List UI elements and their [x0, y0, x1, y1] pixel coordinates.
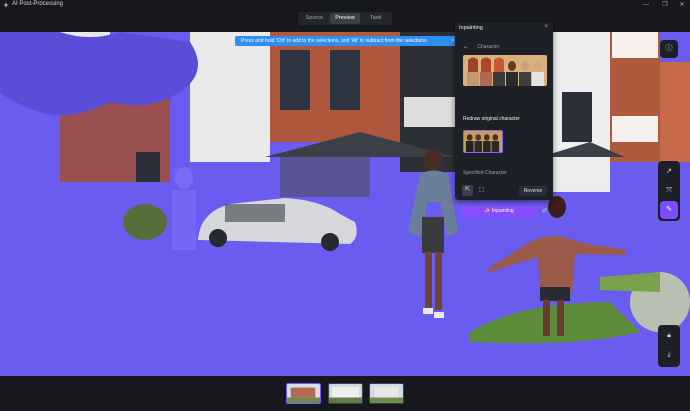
share-icon: ↗: [666, 168, 672, 175]
thumbnail-2[interactable]: [328, 383, 363, 404]
title-bar: AI Post-Processing — ❐ ✕: [0, 0, 690, 11]
selection-hint-toast: Press and hold 'Ctrl' to add to the sele…: [235, 36, 457, 46]
view-tabs: Source Preview Task: [298, 12, 392, 25]
download-icon: ⤓: [667, 351, 671, 358]
pointer-select-button[interactable]: ⇱: [462, 185, 473, 196]
thumbnail-strip: [0, 376, 690, 411]
specified-character-label: Specified Character: [463, 170, 507, 176]
image-canvas[interactable]: ⓘ ↗ ⤧ ✎ 🔒︎ ⤓: [0, 32, 690, 376]
minimize-button[interactable]: —: [641, 1, 651, 10]
inpainting-settings-button[interactable]: ⇄: [539, 206, 550, 217]
panel-close-icon[interactable]: ×: [544, 24, 548, 30]
brush-button[interactable]: ✎: [660, 201, 678, 219]
inpainting-button[interactable]: ✨ Inpainting: [461, 206, 537, 217]
selected-character-thumbnail[interactable]: [463, 130, 503, 153]
tab-task[interactable]: Task: [360, 13, 391, 24]
panel-title: Inpainting: [459, 25, 483, 31]
rect-select-button[interactable]: ⬚: [476, 185, 487, 196]
info-icon: ⓘ: [665, 45, 673, 52]
lock-icon: 🔒︎: [667, 332, 671, 339]
thumbnail-3[interactable]: [369, 383, 404, 404]
inpainting-panel: Inpainting × ← Character Redraw original…: [455, 22, 553, 217]
tab-source[interactable]: Source: [299, 13, 330, 24]
character-group-thumbnail[interactable]: [463, 55, 547, 86]
download-button[interactable]: ⤓: [660, 346, 678, 364]
toast-close-icon[interactable]: ×: [451, 36, 454, 46]
back-label: Character: [477, 44, 500, 50]
back-row[interactable]: ← Character: [463, 44, 499, 50]
brush-icon: ✎: [666, 206, 672, 213]
rect-select-icon: ⬚: [478, 187, 485, 193]
maximize-button[interactable]: ❐: [660, 1, 670, 10]
lock-button[interactable]: 🔒︎: [660, 327, 678, 345]
inpainting-button-label: Inpainting: [491, 208, 514, 214]
back-arrow-icon[interactable]: ←: [463, 44, 469, 50]
redraw-original-label: Redraw original character: [463, 116, 520, 122]
app-window: AI Post-Processing — ❐ ✕ Source Preview …: [0, 0, 690, 411]
close-window-button[interactable]: ✕: [677, 1, 687, 10]
sliders-icon: ⇄: [541, 208, 548, 214]
app-title: AI Post-Processing: [12, 1, 64, 7]
pointer-select-icon: ⇱: [464, 187, 471, 193]
sparkle-icon: ✨: [484, 208, 491, 214]
scene-image: [0, 32, 690, 376]
thumbnail-1[interactable]: [286, 383, 321, 404]
share-button[interactable]: ↗: [660, 163, 678, 181]
reverse-button[interactable]: Reverse: [519, 186, 547, 196]
transform-button[interactable]: ⤧: [660, 182, 678, 200]
app-logo-icon: [3, 2, 9, 8]
toast-message: Press and hold 'Ctrl' to add to the sele…: [241, 38, 428, 44]
info-button[interactable]: ⓘ: [660, 40, 678, 58]
tab-preview[interactable]: Preview: [329, 13, 361, 24]
transform-icon: ⤧: [666, 187, 672, 194]
